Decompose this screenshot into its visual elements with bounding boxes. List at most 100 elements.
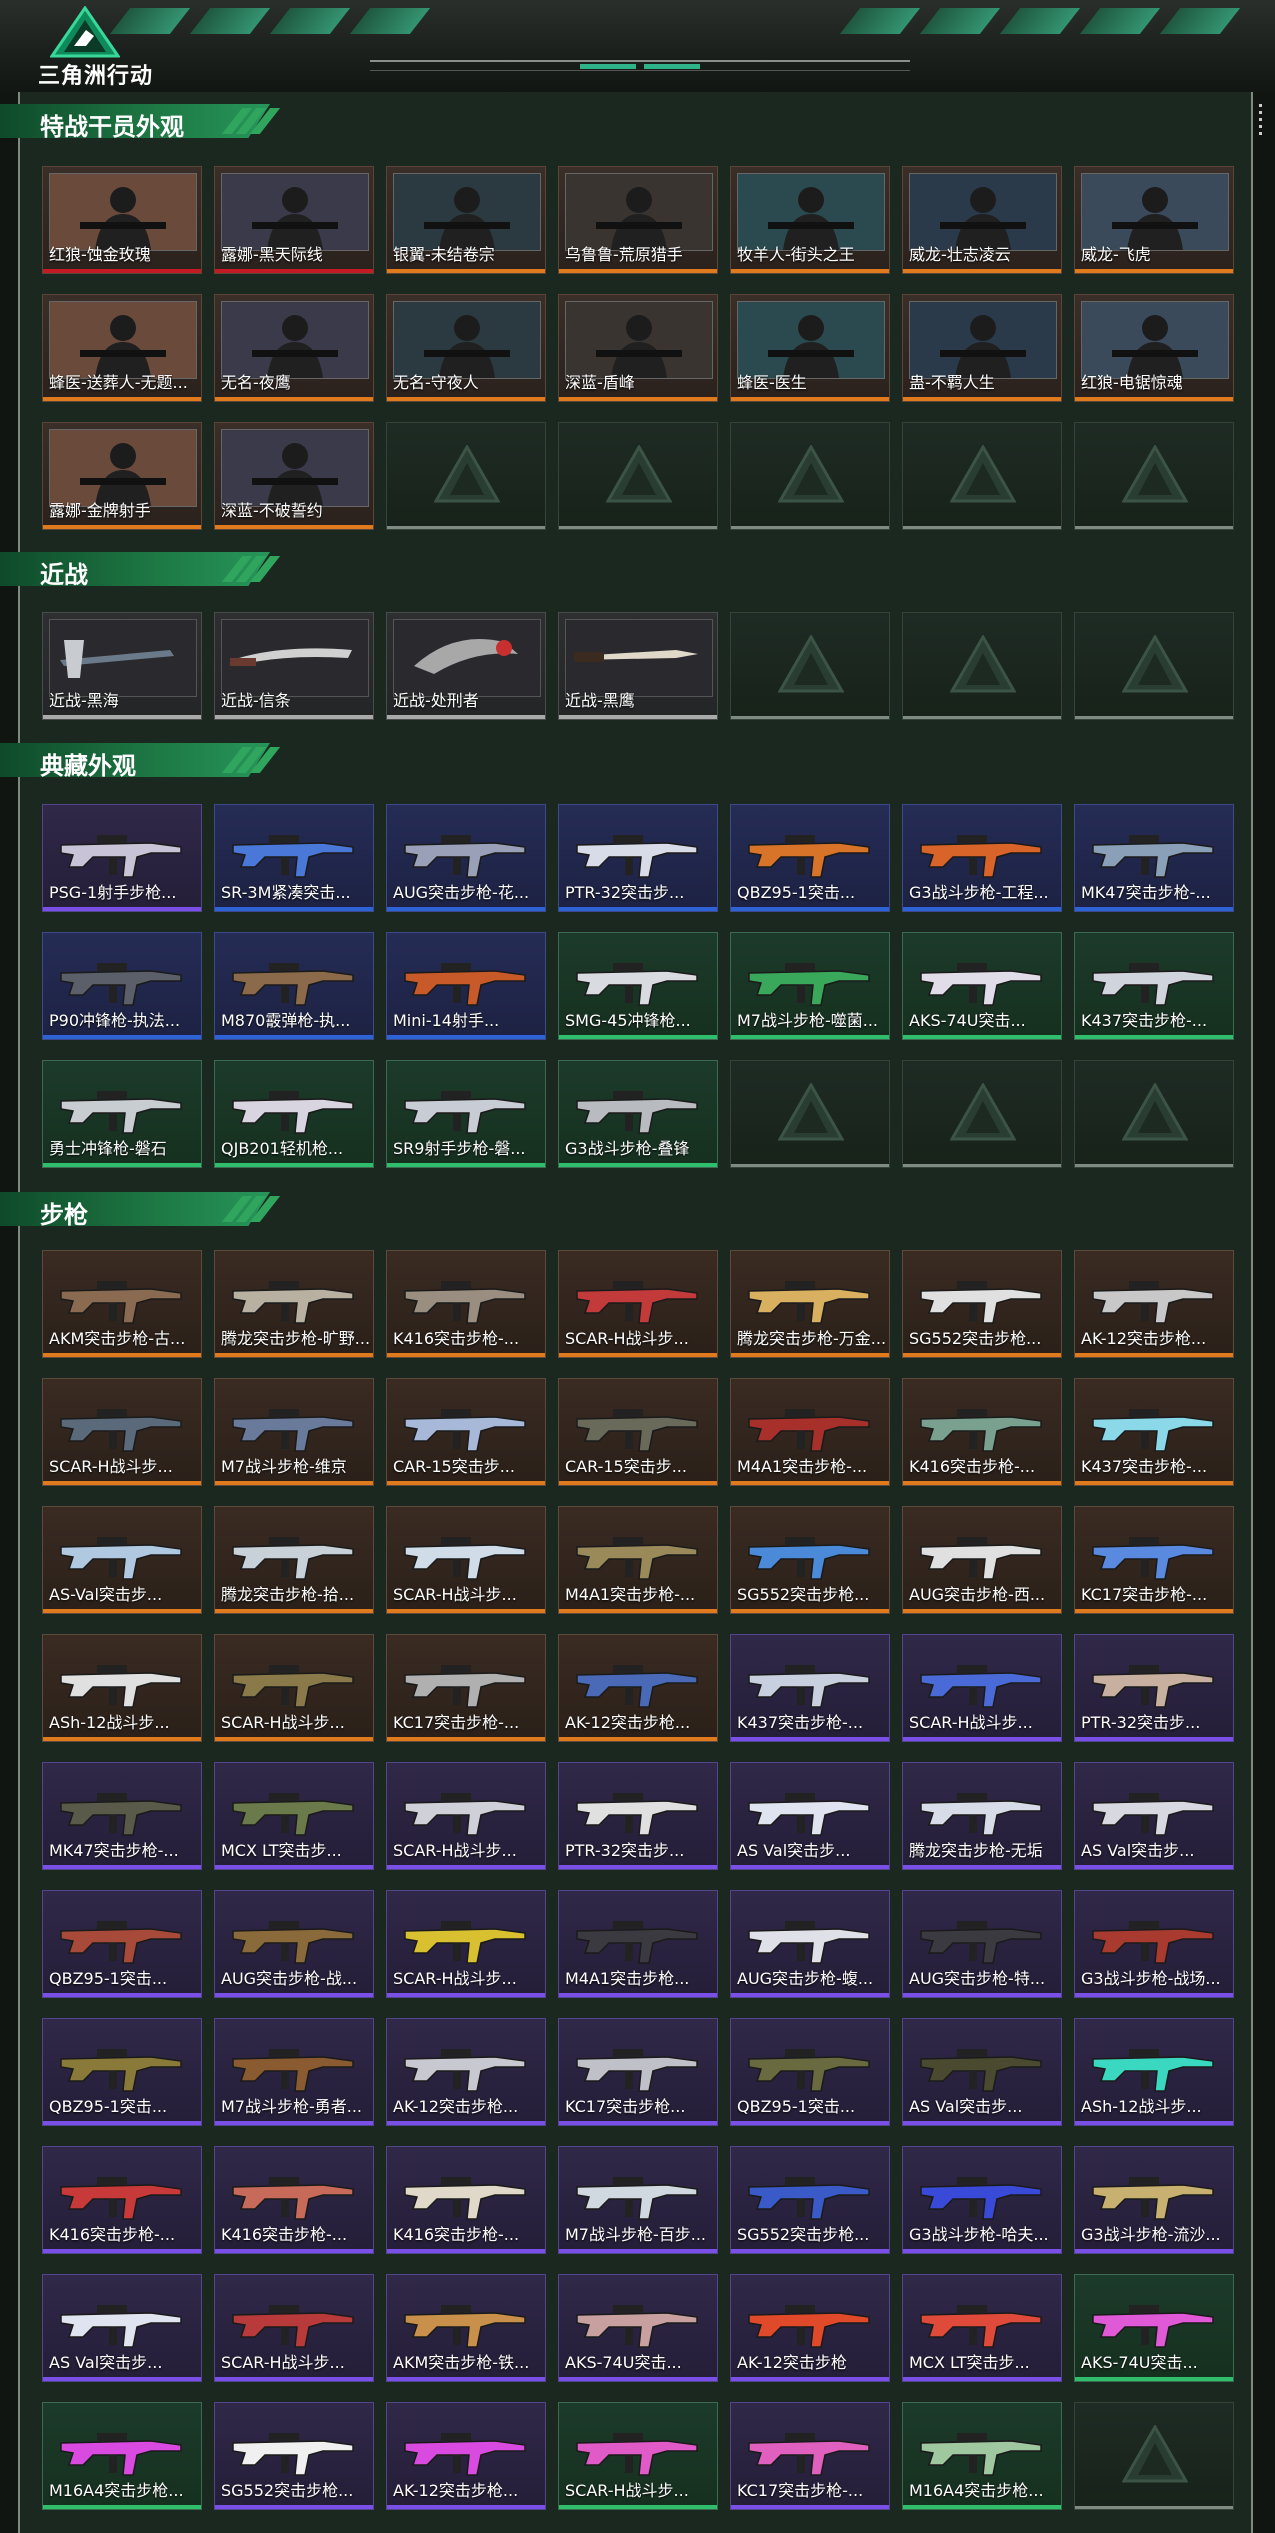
operator-skin-card[interactable]: 深蓝-盾峰	[558, 294, 718, 402]
rifle-skin-card[interactable]: AK-12突击步枪...	[386, 2402, 546, 2510]
operator-skin-card[interactable]: 蜂医-送葬人-无题...	[42, 294, 202, 402]
operator-skin-card[interactable]: 蛊-不羁人生	[902, 294, 1062, 402]
rifle-skin-card[interactable]: G3战斗步枪-流沙...	[1074, 2146, 1234, 2254]
rifle-skin-card[interactable]: SG552突击步枪...	[902, 1250, 1062, 1358]
rifle-skin-card[interactable]: KC17突击步枪-...	[1074, 1506, 1234, 1614]
rifle-skin-card[interactable]: SCAR-H战斗步...	[558, 1250, 718, 1358]
operator-skin-card[interactable]: 乌鲁鲁-荒原猎手	[558, 166, 718, 274]
rifle-skin-card[interactable]: K416突击步枪-...	[386, 1250, 546, 1358]
rifle-skin-card[interactable]: AUG突击步枪-蝮...	[730, 1890, 890, 1998]
rifle-skin-card[interactable]: AK-12突击步枪...	[558, 1634, 718, 1742]
rifle-skin-card[interactable]: AUG突击步枪-战...	[214, 1890, 374, 1998]
rifle-skin-card[interactable]: AS Val突击步...	[42, 2274, 202, 2382]
rifle-skin-card[interactable]: K437突击步枪-...	[730, 1634, 890, 1742]
collection-weapon-card[interactable]: SMG-45冲锋枪...	[558, 932, 718, 1040]
rifle-skin-card[interactable]: KC17突击步枪...	[558, 2018, 718, 2126]
collection-weapon-card[interactable]: M870霰弹枪-执...	[214, 932, 374, 1040]
rifle-skin-card[interactable]: SCAR-H战斗步...	[386, 1506, 546, 1614]
collection-weapon-card[interactable]: PSG-1射手步枪...	[42, 804, 202, 912]
collection-weapon-card[interactable]: AKS-74U突击...	[902, 932, 1062, 1040]
operator-skin-card[interactable]: 威龙-飞虎	[1074, 166, 1234, 274]
rifle-skin-card[interactable]: K416突击步枪-...	[214, 2146, 374, 2254]
rifle-skin-card[interactable]: M4A1突击步枪-...	[730, 1378, 890, 1486]
melee-skin-card[interactable]: 近战-黑海	[42, 612, 202, 720]
rifle-skin-card[interactable]: AUG突击步枪-西...	[902, 1506, 1062, 1614]
rifle-skin-card[interactable]: KC17突击步枪-...	[386, 1634, 546, 1742]
rifle-skin-card[interactable]: M7战斗步枪-勇者...	[214, 2018, 374, 2126]
operator-skin-card[interactable]: 红狼-电锯惊魂	[1074, 294, 1234, 402]
rifle-skin-card[interactable]: G3战斗步枪-哈夫...	[902, 2146, 1062, 2254]
collection-weapon-card[interactable]: P90冲锋枪-执法...	[42, 932, 202, 1040]
rifle-skin-card[interactable]: AS-Val突击步...	[42, 1506, 202, 1614]
collection-weapon-card[interactable]: AUG突击步枪-花...	[386, 804, 546, 912]
scrollbar[interactable]	[1256, 100, 1264, 152]
rifle-skin-card[interactable]: M16A4突击步枪...	[42, 2402, 202, 2510]
rifle-skin-card[interactable]: SG552突击步枪...	[214, 2402, 374, 2510]
rifle-skin-card[interactable]: CAR-15突击步...	[558, 1378, 718, 1486]
rifle-skin-card[interactable]: SCAR-H战斗步...	[214, 2274, 374, 2382]
operator-skin-card[interactable]: 深蓝-不破誓约	[214, 422, 374, 530]
melee-skin-card[interactable]: 近战-黑鹰	[558, 612, 718, 720]
collection-weapon-card[interactable]: MK47突击步枪-...	[1074, 804, 1234, 912]
rifle-skin-card[interactable]: AS Val突击步...	[730, 1762, 890, 1870]
rifle-skin-card[interactable]: SG552突击步枪...	[730, 1506, 890, 1614]
rifle-skin-card[interactable]: ASh-12战斗步...	[1074, 2018, 1234, 2126]
collection-weapon-card[interactable]: SR-3M紧凑突击...	[214, 804, 374, 912]
rifle-skin-card[interactable]: M16A4突击步枪...	[902, 2402, 1062, 2510]
rifle-skin-card[interactable]: AKS-74U突击...	[558, 2274, 718, 2382]
rifle-skin-card[interactable]: AKM突击步枪-古...	[42, 1250, 202, 1358]
collection-weapon-card[interactable]: G3战斗步枪-工程...	[902, 804, 1062, 912]
collection-weapon-card[interactable]: M7战斗步枪-噬菌...	[730, 932, 890, 1040]
rifle-skin-card[interactable]: AS Val突击步...	[1074, 1762, 1234, 1870]
rifle-skin-card[interactable]: SCAR-H战斗步...	[558, 2402, 718, 2510]
rifle-skin-card[interactable]: AK-12突击步枪...	[1074, 1250, 1234, 1358]
melee-skin-card[interactable]: 近战-处刑者	[386, 612, 546, 720]
collection-weapon-card[interactable]: SR9射手步枪-磐...	[386, 1060, 546, 1168]
rifle-skin-card[interactable]: PTR-32突击步...	[558, 1762, 718, 1870]
rifle-skin-card[interactable]: K416突击步枪-...	[42, 2146, 202, 2254]
rifle-skin-card[interactable]: AK-12突击步枪...	[386, 2018, 546, 2126]
rifle-skin-card[interactable]: 腾龙突击步枪-无垢	[902, 1762, 1062, 1870]
rifle-skin-card[interactable]: SCAR-H战斗步...	[386, 1762, 546, 1870]
rifle-skin-card[interactable]: K416突击步枪-...	[386, 2146, 546, 2254]
rifle-skin-card[interactable]: AK-12突击步枪	[730, 2274, 890, 2382]
rifle-skin-card[interactable]: M7战斗步枪-维京	[214, 1378, 374, 1486]
rifle-skin-card[interactable]: ASh-12战斗步...	[42, 1634, 202, 1742]
rifle-skin-card[interactable]: SG552突击步枪...	[730, 2146, 890, 2254]
operator-skin-card[interactable]: 无名-夜鹰	[214, 294, 374, 402]
operator-skin-card[interactable]: 蜂医-医生	[730, 294, 890, 402]
collection-weapon-card[interactable]: Mini-14射手...	[386, 932, 546, 1040]
rifle-skin-card[interactable]: K437突击步枪-...	[1074, 1378, 1234, 1486]
operator-skin-card[interactable]: 无名-守夜人	[386, 294, 546, 402]
operator-skin-card[interactable]: 牧羊人-街头之王	[730, 166, 890, 274]
operator-skin-card[interactable]: 银翼-未结卷宗	[386, 166, 546, 274]
rifle-skin-card[interactable]: AUG突击步枪-特...	[902, 1890, 1062, 1998]
collection-weapon-card[interactable]: K437突击步枪-...	[1074, 932, 1234, 1040]
rifle-skin-card[interactable]: MCX LT突击步...	[214, 1762, 374, 1870]
rifle-skin-card[interactable]: SCAR-H战斗步...	[42, 1378, 202, 1486]
rifle-skin-card[interactable]: AS Val突击步...	[902, 2018, 1062, 2126]
operator-skin-card[interactable]: 露娜-黑天际线	[214, 166, 374, 274]
rifle-skin-card[interactable]: QBZ95-1突击...	[42, 2018, 202, 2126]
rifle-skin-card[interactable]: QBZ95-1突击...	[42, 1890, 202, 1998]
rifle-skin-card[interactable]: SCAR-H战斗步...	[902, 1634, 1062, 1742]
rifle-skin-card[interactable]: K416突击步枪-...	[902, 1378, 1062, 1486]
rifle-skin-card[interactable]: PTR-32突击步...	[1074, 1634, 1234, 1742]
collection-weapon-card[interactable]: 勇士冲锋枪-磐石	[42, 1060, 202, 1168]
rifle-skin-card[interactable]: G3战斗步枪-战场...	[1074, 1890, 1234, 1998]
collection-weapon-card[interactable]: G3战斗步枪-叠锋	[558, 1060, 718, 1168]
rifle-skin-card[interactable]: SCAR-H战斗步...	[214, 1634, 374, 1742]
melee-skin-card[interactable]: 近战-信条	[214, 612, 374, 720]
operator-skin-card[interactable]: 露娜-金牌射手	[42, 422, 202, 530]
rifle-skin-card[interactable]: 腾龙突击步枪-拾...	[214, 1506, 374, 1614]
rifle-skin-card[interactable]: QBZ95-1突击...	[730, 2018, 890, 2126]
operator-skin-card[interactable]: 威龙-壮志凌云	[902, 166, 1062, 274]
rifle-skin-card[interactable]: M4A1突击步枪...	[558, 1890, 718, 1998]
rifle-skin-card[interactable]: 腾龙突击步枪-万金...	[730, 1250, 890, 1358]
rifle-skin-card[interactable]: AKM突击步枪-铁...	[386, 2274, 546, 2382]
rifle-skin-card[interactable]: M4A1突击步枪-...	[558, 1506, 718, 1614]
operator-skin-card[interactable]: 红狼-蚀金玫瑰	[42, 166, 202, 274]
rifle-skin-card[interactable]: 腾龙突击步枪-旷野...	[214, 1250, 374, 1358]
collection-weapon-card[interactable]: QJB201轻机枪...	[214, 1060, 374, 1168]
rifle-skin-card[interactable]: AKS-74U突击...	[1074, 2274, 1234, 2382]
